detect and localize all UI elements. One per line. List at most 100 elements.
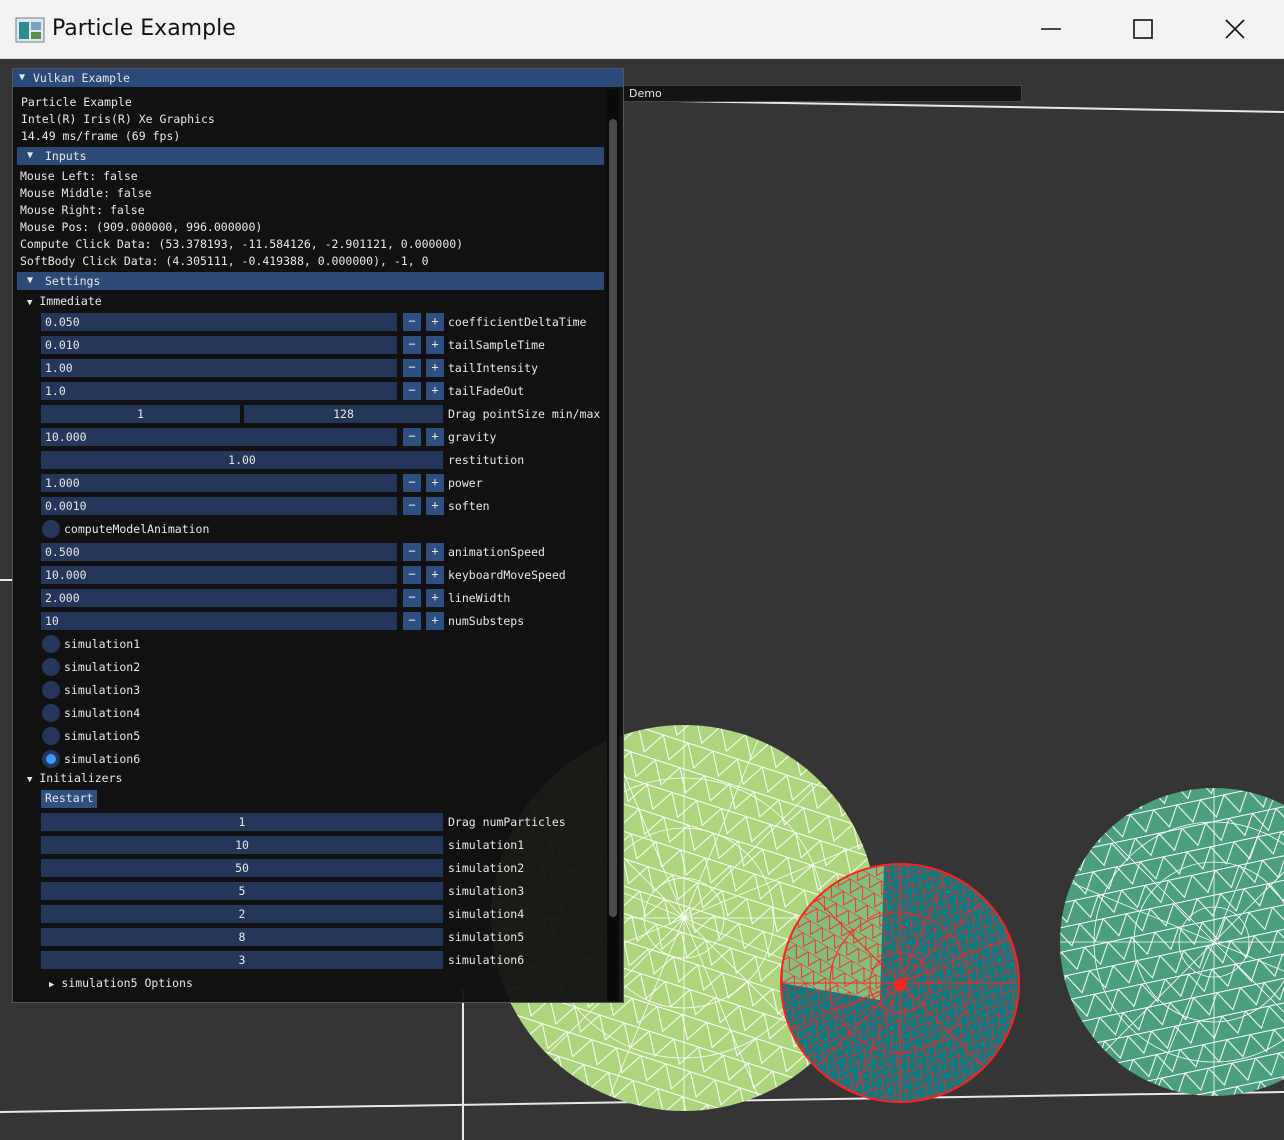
info-app-name: Particle Example <box>21 95 132 109</box>
tail-intensity-minus[interactable]: − <box>403 359 421 377</box>
animation-speed-input[interactable]: 0.500 <box>41 543 397 561</box>
soften-label: soften <box>448 499 490 513</box>
tail-sample-time-minus[interactable]: − <box>403 336 421 354</box>
inputs-header[interactable]: ▼ Inputs <box>17 147 604 165</box>
init-simulation1-drag[interactable]: 10 <box>41 836 443 854</box>
info-frame-time: 14.49 ms/frame (69 fps) <box>21 129 181 143</box>
simulation3-radio[interactable] <box>42 681 60 699</box>
power-input[interactable]: 1.000 <box>41 474 397 492</box>
init-simulation5-label: simulation5 <box>448 930 525 944</box>
inputs-header-label: Inputs <box>45 149 87 163</box>
num-particles-drag[interactable]: 1 <box>41 813 443 831</box>
init-simulation2-drag[interactable]: 50 <box>41 859 443 877</box>
num-substeps-plus[interactable]: + <box>426 612 444 630</box>
maximize-button[interactable] <box>1097 0 1189 58</box>
tail-sample-time-label: tailSampleTime <box>448 338 545 352</box>
vulkan-example-panel[interactable]: ▼ Vulkan Example Particle Example Intel(… <box>12 68 624 1003</box>
soften-input[interactable]: 0.0010 <box>41 497 397 515</box>
tail-intensity-input[interactable]: 1.00 <box>41 359 397 377</box>
tail-intensity-plus[interactable]: + <box>426 359 444 377</box>
close-button[interactable] <box>1189 0 1281 58</box>
num-substeps-input[interactable]: 10 <box>41 612 397 630</box>
keyboard-move-speed-plus[interactable]: + <box>426 566 444 584</box>
tail-fade-out-label: tailFadeOut <box>448 384 525 398</box>
simulation2-radio-label: simulation2 <box>64 660 141 674</box>
power-label: power <box>448 476 483 490</box>
init-simulation4-label: simulation4 <box>448 907 525 921</box>
init-simulation3-label: simulation3 <box>448 884 525 898</box>
simulation2-radio[interactable] <box>42 658 60 676</box>
init-simulation3-drag[interactable]: 5 <box>41 882 443 900</box>
initializers-tree-node[interactable]: ▼ Initializers <box>27 770 122 787</box>
compute-model-animation-checkbox[interactable] <box>42 520 60 538</box>
close-icon <box>1225 19 1245 39</box>
restitution-drag[interactable]: 1.00 <box>41 451 443 469</box>
panel-scrollbar-thumb[interactable] <box>609 119 617 917</box>
restitution-label: restitution <box>448 453 525 467</box>
simulation5-options-tree-node[interactable]: ▶ simulation5 Options <box>49 975 193 992</box>
init-simulation2-label: simulation2 <box>448 861 525 875</box>
collapse-arrow-icon: ▼ <box>27 298 33 308</box>
app-icon <box>15 17 45 43</box>
title-bar[interactable]: Particle Example <box>0 0 1284 59</box>
init-simulation6-label: simulation6 <box>448 953 525 967</box>
init-simulation4-drag[interactable]: 2 <box>41 905 443 923</box>
simulation6-radio[interactable] <box>42 750 60 768</box>
simulation5-options-label: simulation5 Options <box>61 976 193 990</box>
gravity-minus[interactable]: − <box>403 428 421 446</box>
simulation3-radio-label: simulation3 <box>64 683 141 697</box>
simulation1-radio[interactable] <box>42 635 60 653</box>
initializers-label: Initializers <box>39 771 123 785</box>
num-particles-label: Drag numParticles <box>448 815 566 829</box>
demo-window-label: Demo <box>629 87 662 100</box>
keyboard-move-speed-label: keyboardMoveSpeed <box>448 568 566 582</box>
coefficient-delta-time-plus[interactable]: + <box>426 313 444 331</box>
keyboard-move-speed-input[interactable]: 10.000 <box>41 566 397 584</box>
line-width-input[interactable]: 2.000 <box>41 589 397 607</box>
simulation5-radio[interactable] <box>42 727 60 745</box>
info-gpu-name: Intel(R) Iris(R) Xe Graphics <box>21 112 215 126</box>
point-size-max-drag[interactable]: 128 <box>244 405 443 423</box>
restart-button[interactable]: Restart <box>41 790 98 808</box>
tail-fade-out-plus[interactable]: + <box>426 382 444 400</box>
line-width-plus[interactable]: + <box>426 589 444 607</box>
tail-fade-out-minus[interactable]: − <box>403 382 421 400</box>
keyboard-move-speed-minus[interactable]: − <box>403 566 421 584</box>
power-plus[interactable]: + <box>426 474 444 492</box>
init-simulation1-label: simulation1 <box>448 838 525 852</box>
point-size-min-drag[interactable]: 1 <box>41 405 240 423</box>
soften-minus[interactable]: − <box>403 497 421 515</box>
power-minus[interactable]: − <box>403 474 421 492</box>
simulation5-radio-label: simulation5 <box>64 729 141 743</box>
init-simulation5-drag[interactable]: 8 <box>41 928 443 946</box>
immediate-label: Immediate <box>39 294 102 308</box>
demo-window-titlebar[interactable]: Demo <box>622 85 1022 102</box>
coefficient-delta-time-input[interactable]: 0.050 <box>41 313 397 331</box>
tail-intensity-label: tailIntensity <box>448 361 539 375</box>
tail-sample-time-input[interactable]: 0.010 <box>41 336 397 354</box>
gravity-label: gravity <box>448 430 497 444</box>
window-title: Particle Example <box>52 16 236 41</box>
num-substeps-minus[interactable]: − <box>403 612 421 630</box>
gravity-plus[interactable]: + <box>426 428 444 446</box>
input-mouse-right: Mouse Right: false <box>20 203 145 217</box>
gravity-input[interactable]: 10.000 <box>41 428 397 446</box>
animation-speed-minus[interactable]: − <box>403 543 421 561</box>
animation-speed-plus[interactable]: + <box>426 543 444 561</box>
app-window: Particle Example Demo ▼ Vulkan Example P… <box>0 0 1284 1140</box>
collapse-arrow-icon[interactable]: ▼ <box>19 72 25 83</box>
maximize-icon <box>1133 19 1153 39</box>
init-simulation6-drag[interactable]: 3 <box>41 951 443 969</box>
panel-title-bar[interactable]: ▼ Vulkan Example <box>13 69 623 87</box>
expand-arrow-icon: ▶ <box>49 980 55 990</box>
simulation4-radio[interactable] <box>42 704 60 722</box>
coefficient-delta-time-label: coefficientDeltaTime <box>448 315 587 329</box>
soften-plus[interactable]: + <box>426 497 444 515</box>
line-width-minus[interactable]: − <box>403 589 421 607</box>
immediate-tree-node[interactable]: ▼ Immediate <box>27 293 102 310</box>
tail-sample-time-plus[interactable]: + <box>426 336 444 354</box>
settings-header[interactable]: ▼ Settings <box>17 272 604 290</box>
coefficient-delta-time-minus[interactable]: − <box>403 313 421 331</box>
tail-fade-out-input[interactable]: 1.0 <box>41 382 397 400</box>
minimize-button[interactable] <box>1005 0 1097 58</box>
